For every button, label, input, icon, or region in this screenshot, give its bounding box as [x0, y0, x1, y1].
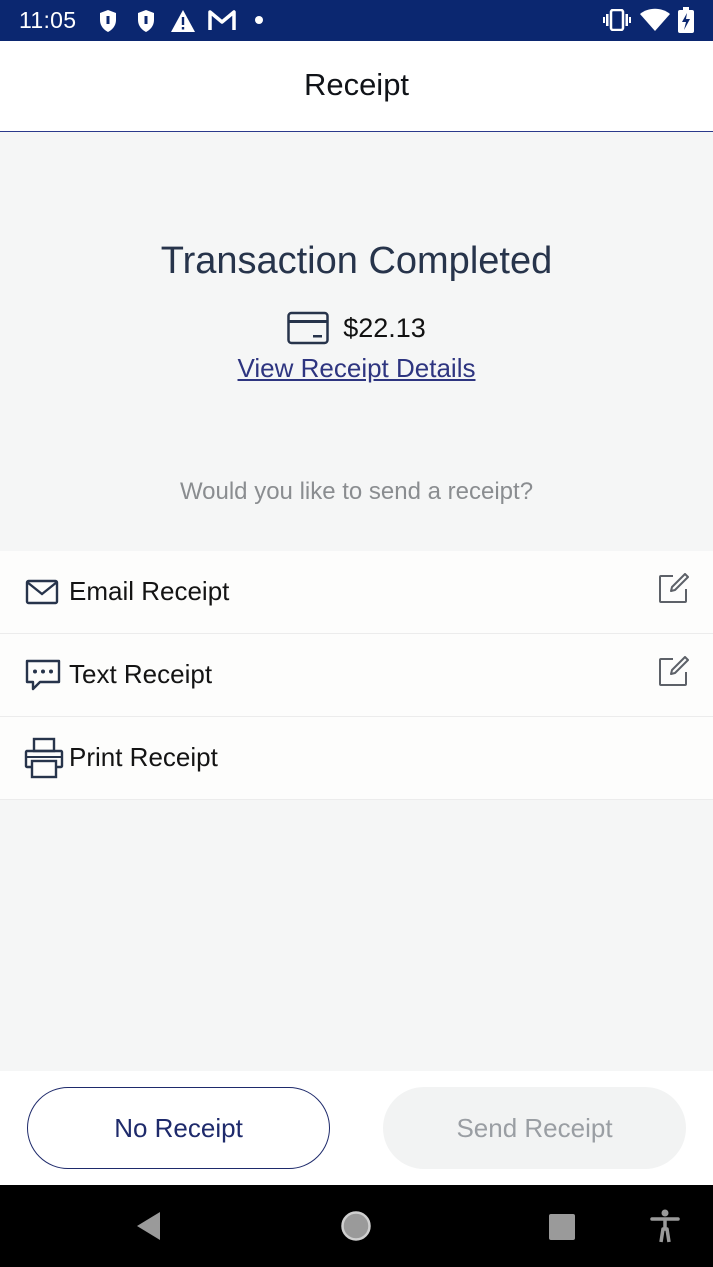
transaction-status-title: Transaction Completed: [160, 240, 553, 282]
status-bar: 11:05: [0, 0, 713, 41]
print-receipt-option[interactable]: Print Receipt: [0, 717, 713, 800]
accessibility-icon[interactable]: [650, 1209, 680, 1243]
page-title: Receipt: [303, 67, 410, 102]
amount-row: $22.13: [0, 308, 713, 348]
dot-icon: [255, 16, 263, 24]
status-time: 11:05: [19, 7, 77, 33]
wifi-icon: [640, 8, 670, 31]
warning-icon: [171, 10, 195, 32]
no-receipt-button[interactable]: No Receipt: [27, 1087, 330, 1169]
vibrate-icon: [603, 9, 631, 31]
send-receipt-button[interactable]: Send Receipt: [383, 1087, 686, 1169]
envelope-icon: [25, 579, 59, 605]
text-receipt-option[interactable]: Text Receipt: [0, 634, 713, 717]
view-receipt-details-link[interactable]: View Receipt Details: [0, 353, 713, 384]
shield-icon: [138, 10, 154, 32]
credit-card-icon: [287, 311, 329, 345]
home-icon[interactable]: [340, 1210, 372, 1242]
shield-icon: [100, 10, 116, 32]
chat-bubble-icon: [25, 659, 61, 691]
battery-charging-icon: [678, 7, 694, 33]
printer-icon: [24, 737, 64, 779]
transaction-amount: $22.13: [343, 312, 426, 343]
navigation-bar: [0, 1185, 713, 1267]
email-receipt-option[interactable]: Email Receipt: [0, 551, 713, 634]
edit-icon[interactable]: [657, 573, 689, 605]
email-receipt-label: Email Receipt: [69, 576, 230, 606]
send-receipt-prompt: Would you like to send a receipt?: [179, 478, 534, 505]
back-icon[interactable]: [135, 1211, 163, 1241]
print-receipt-label: Print Receipt: [69, 742, 218, 772]
app-header: Receipt: [0, 41, 713, 132]
bottom-action-panel: No Receipt Send Receipt: [0, 1071, 713, 1185]
receipt-options-list: Email Receipt Text Receipt Print Receipt: [0, 551, 713, 800]
edit-icon[interactable]: [657, 656, 689, 688]
gmail-icon: [208, 10, 236, 30]
text-receipt-label: Text Receipt: [69, 659, 213, 689]
recents-icon[interactable]: [548, 1213, 576, 1241]
